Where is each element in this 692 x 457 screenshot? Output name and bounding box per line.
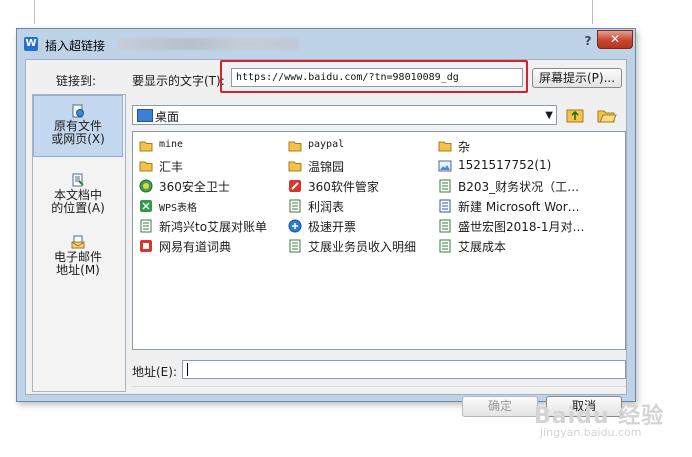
dialog-title: 插入超链接	[45, 39, 106, 53]
ok-button[interactable]: 确定	[462, 396, 538, 417]
sidebar-item-label: 本文档中	[53, 188, 102, 202]
list-item[interactable]: B203_财务状况（工…	[438, 177, 618, 195]
look-in-dropdown[interactable]: 桌面 ▼	[132, 105, 557, 125]
spreadsheet-app-icon	[140, 200, 152, 212]
spreadsheet-file-icon	[289, 239, 301, 253]
list-item[interactable]: 利润表	[288, 197, 428, 215]
background-guide-line	[34, 0, 35, 24]
folder-icon	[288, 141, 302, 152]
folder-icon	[139, 141, 153, 152]
sidebar-item-label: 原有文件	[53, 119, 102, 133]
sidebar-item-existing-file[interactable]: 原有文件 或网页(X)	[33, 95, 123, 157]
image-file-icon	[438, 160, 452, 172]
display-text-label: 要显示的文字(T):	[132, 74, 225, 88]
background-guide-line	[592, 0, 593, 24]
invoice-app-icon	[288, 219, 302, 233]
help-button[interactable]: ?	[582, 33, 594, 49]
up-one-level-button[interactable]	[564, 105, 586, 125]
list-item[interactable]: WPS表格	[139, 197, 279, 215]
blurred-title-region	[117, 38, 299, 50]
list-item[interactable]: 新鸿兴to艾展对账单	[139, 217, 279, 235]
sidebar-item-this-document[interactable]: 本文档中 的位置(A)	[33, 165, 123, 229]
list-item[interactable]: mine	[139, 137, 279, 155]
list-item[interactable]: 温锦园	[288, 157, 428, 175]
look-in-value: 桌面	[155, 110, 180, 124]
list-item[interactable]: 盛世宏图2018-1月对…	[438, 217, 618, 235]
existing-file-icon	[72, 104, 84, 118]
screen-tip-button[interactable]: 屏幕提示(P)...	[532, 68, 622, 88]
document-place-icon	[72, 173, 84, 187]
list-item[interactable]: 360软件管家	[288, 177, 428, 195]
app-shortcut-icon	[289, 180, 301, 192]
desktop-icon	[137, 109, 153, 122]
sidebar-item-label: 地址(M)	[56, 263, 100, 277]
sidebar-item-label: 电子邮件	[53, 250, 102, 264]
title-bar[interactable]: W 插入超链接 ? ✕	[17, 29, 635, 59]
list-item[interactable]: 汇丰	[139, 157, 279, 175]
sidebar-item-label: 或网页(X)	[51, 132, 105, 146]
sidebar-item-label: 的位置(A)	[51, 201, 105, 215]
watermark-url: jingyan.baidu.com	[540, 426, 642, 439]
address-label: 地址(E):	[132, 365, 177, 379]
document-file-icon	[439, 199, 451, 213]
spreadsheet-file-icon	[439, 219, 451, 233]
list-item[interactable]: 360安全卫士	[139, 177, 279, 195]
text-caret	[187, 363, 188, 376]
link-to-label: 链接到:	[56, 74, 97, 88]
folder-icon	[288, 161, 302, 172]
browse-folder-button[interactable]	[596, 105, 618, 125]
insert-hyperlink-dialog: W 插入超链接 ? ✕ 链接到: 要显示的文字(T): https://www.…	[16, 28, 636, 417]
list-item[interactable]: 极速开票	[288, 217, 428, 235]
list-item[interactable]: 1521517752(1)	[438, 157, 618, 175]
spreadsheet-file-icon	[140, 219, 152, 233]
folder-icon	[139, 161, 153, 172]
list-item[interactable]: 新建 Microsoft Wor…	[438, 197, 618, 215]
dictionary-app-icon	[140, 240, 152, 252]
address-input[interactable]	[182, 360, 626, 379]
file-list: mine paypal 杂 汇丰 温锦园 1521517752(1) 360安全…	[132, 131, 626, 350]
chevron-down-icon: ▼	[545, 110, 553, 121]
folder-icon	[438, 141, 452, 152]
red-highlight-annotation	[220, 60, 528, 93]
list-item[interactable]: 艾展业务员收入明细	[288, 237, 438, 255]
list-item[interactable]: paypal	[288, 137, 428, 155]
wps-app-icon: W	[24, 37, 38, 51]
spreadsheet-file-icon	[289, 199, 301, 213]
sidebar-item-email-address[interactable]: 电子邮件 地址(M)	[33, 227, 123, 291]
divider	[132, 386, 626, 387]
spreadsheet-file-icon	[439, 239, 451, 253]
list-item[interactable]: 艾展成本	[438, 237, 618, 255]
list-item[interactable]: 网易有道词典	[139, 237, 279, 255]
link-to-sidebar: 原有文件 或网页(X) 本文档中 的位置(A) 电子邮件 地址(M)	[32, 94, 126, 392]
shield-app-icon	[139, 179, 153, 193]
dialog-client-area: 链接到: 要显示的文字(T): https://www.baidu.com/?t…	[25, 59, 627, 417]
email-icon	[71, 235, 85, 249]
spreadsheet-file-icon	[439, 179, 451, 193]
close-button[interactable]: ✕	[597, 30, 633, 49]
list-item[interactable]: 杂	[438, 137, 618, 155]
